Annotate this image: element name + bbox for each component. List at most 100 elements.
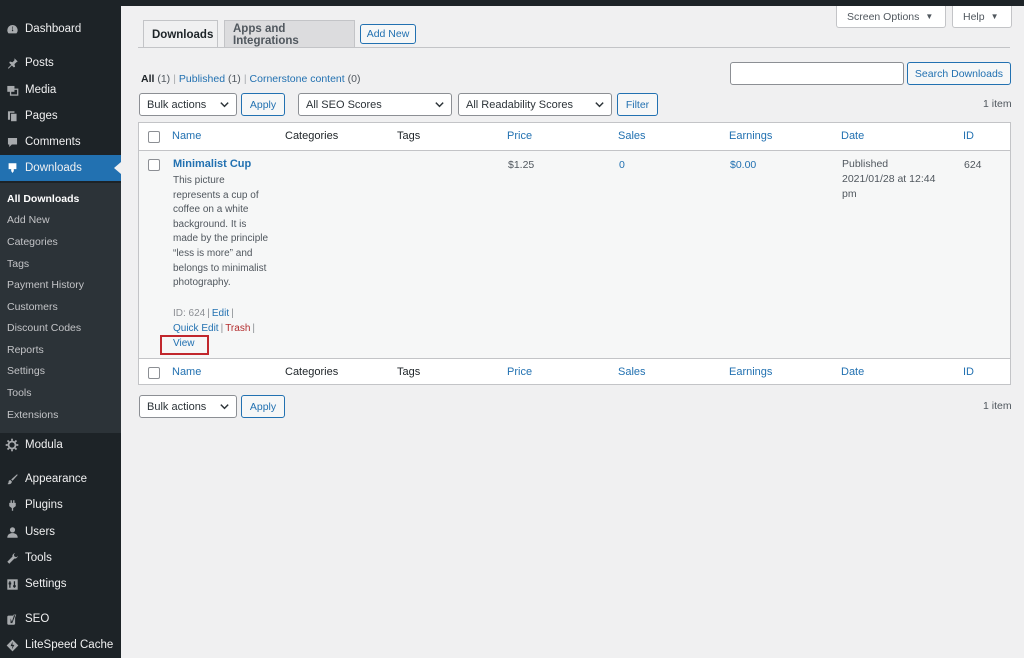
user-icon [5, 525, 19, 539]
sidebar-item-litespeed[interactable]: LiteSpeed Cache [0, 632, 121, 658]
column-name[interactable]: Name [172, 130, 201, 142]
view-published[interactable]: Published [179, 73, 225, 85]
submenu-payment-history[interactable]: Payment History [7, 279, 84, 291]
column-sales[interactable]: Sales [618, 130, 646, 142]
submenu-add-new[interactable]: Add New [7, 214, 50, 226]
row-title-link[interactable]: Minimalist Cup [173, 158, 251, 170]
bottom-items-count: 1 item [983, 400, 1012, 412]
apply-button[interactable]: Apply [241, 93, 285, 116]
yoast-icon [5, 612, 19, 626]
submenu-tools[interactable]: Tools [7, 387, 32, 399]
seo-scores-value: All SEO Scores [306, 98, 382, 111]
row-actions-line-2: Quick Edit | Trash | [173, 323, 257, 334]
sidebar-item-seo[interactable]: SEO [0, 606, 121, 632]
filter-button[interactable]: Filter [617, 93, 658, 116]
sidebar-item-appearance[interactable]: Appearance [0, 466, 121, 492]
sidebar-item-label: Dashboard [25, 23, 82, 35]
readability-scores-select[interactable]: All Readability Scores [458, 93, 612, 116]
sidebar-item-modula[interactable]: Modula [0, 432, 121, 458]
sidebar-item-comments[interactable]: Comments [0, 129, 121, 155]
select-all-checkbox[interactable] [148, 131, 160, 143]
items-count: 1 item [983, 98, 1012, 110]
view-cornerstone[interactable]: Cornerstone content [250, 73, 345, 85]
footer-column-id[interactable]: ID [963, 366, 974, 378]
sidebar-item-label: Media [25, 84, 57, 96]
admin-sidebar: Dashboard Posts Media Pages Comments Dow… [0, 6, 121, 658]
row-price: $1.25 [508, 159, 535, 171]
sidebar-item-posts[interactable]: Posts [0, 50, 121, 76]
trash-link[interactable]: Trash [225, 323, 250, 334]
media-icon [5, 83, 19, 97]
seo-scores-select[interactable]: All SEO Scores [298, 93, 452, 116]
sidebar-item-settings[interactable]: Settings [0, 571, 121, 597]
tab-divider [138, 47, 1010, 48]
sidebar-item-plugins[interactable]: Plugins [0, 492, 121, 518]
view-all-count: (1) [157, 73, 171, 85]
action-separator: | [231, 308, 234, 319]
row-description: This picture represents a cup of coffee … [173, 175, 269, 289]
downloads-table: Name Categories Tags Price Sales Earning… [138, 122, 1011, 385]
submenu-settings[interactable]: Settings [7, 365, 45, 377]
sidebar-item-media[interactable]: Media [0, 77, 121, 103]
sidebar-item-downloads[interactable]: Downloads [0, 155, 121, 181]
submenu-extensions[interactable]: Extensions [7, 409, 58, 421]
sidebar-item-dashboard[interactable]: Dashboard [0, 16, 121, 42]
bulk-actions-value: Bulk actions [147, 98, 207, 111]
row-earnings[interactable]: $0.00 [730, 159, 756, 171]
footer-column-sales[interactable]: Sales [618, 366, 646, 378]
edit-link[interactable]: Edit [212, 308, 229, 319]
dashboard-icon [5, 22, 19, 36]
column-price[interactable]: Price [507, 130, 532, 142]
screen-options-label: Screen Options [847, 10, 920, 23]
column-id[interactable]: ID [963, 130, 974, 142]
status-views: All (1) | Published (1) | Cornerstone conten… [141, 73, 360, 85]
search-downloads-button[interactable]: Search Downloads [907, 62, 1011, 85]
gear-icon [5, 438, 19, 452]
submenu-reports[interactable]: Reports [7, 344, 44, 356]
sidebar-item-label: Posts [25, 57, 54, 69]
footer-column-tags: Tags [397, 366, 421, 378]
row-date-line-2: pm [842, 188, 857, 200]
row-actions-line-1: ID: 624 | Edit | [173, 308, 236, 319]
tab-downloads[interactable]: Downloads [143, 20, 218, 48]
brush-icon [5, 472, 19, 486]
tab-apps-integrations[interactable]: Apps and Integrations [224, 20, 355, 48]
footer-column-price[interactable]: Price [507, 366, 532, 378]
download-icon [5, 161, 19, 175]
search-input[interactable] [730, 62, 904, 85]
footer-column-name[interactable]: Name [172, 366, 201, 378]
row-sales[interactable]: 0 [619, 159, 625, 171]
bottom-apply-button[interactable]: Apply [241, 395, 285, 418]
sidebar-item-label: Appearance [25, 473, 88, 485]
sidebar-item-label: Tools [25, 552, 52, 564]
settings-icon [5, 577, 19, 591]
sidebar-item-tools[interactable]: Tools [0, 545, 121, 571]
sidebar-item-label: Modula [25, 439, 63, 451]
submenu-customers[interactable]: Customers [7, 301, 58, 313]
help-button[interactable]: Help ▼ [952, 6, 1012, 28]
quick-edit-link[interactable]: Quick Edit [173, 323, 219, 334]
column-date[interactable]: Date [841, 130, 864, 142]
row-checkbox[interactable] [148, 159, 160, 171]
select-all-checkbox-footer[interactable] [148, 367, 160, 379]
sidebar-item-users[interactable]: Users [0, 519, 121, 545]
column-earnings[interactable]: Earnings [729, 130, 772, 142]
sidebar-item-pages[interactable]: Pages [0, 103, 121, 129]
bottom-bulk-actions-value: Bulk actions [147, 400, 207, 413]
submenu-tags[interactable]: Tags [7, 258, 29, 270]
bottom-bulk-actions-select[interactable]: Bulk actions [139, 395, 237, 418]
submenu-all-downloads[interactable]: All Downloads [7, 193, 79, 205]
footer-column-earnings[interactable]: Earnings [729, 366, 772, 378]
submenu-categories[interactable]: Categories [7, 236, 58, 248]
view-all[interactable]: All [141, 73, 154, 85]
add-new-button[interactable]: Add New [360, 24, 416, 44]
readability-scores-value: All Readability Scores [466, 98, 573, 111]
footer-column-date[interactable]: Date [841, 366, 864, 378]
bulk-actions-select[interactable]: Bulk actions [139, 93, 237, 116]
caret-down-icon: ▼ [925, 12, 934, 21]
submenu-discount-codes[interactable]: Discount Codes [7, 322, 81, 334]
wrench-icon [5, 551, 19, 565]
screen-options-button[interactable]: Screen Options ▼ [836, 6, 946, 28]
plugin-icon [5, 498, 19, 512]
view-separator: | [173, 73, 176, 85]
